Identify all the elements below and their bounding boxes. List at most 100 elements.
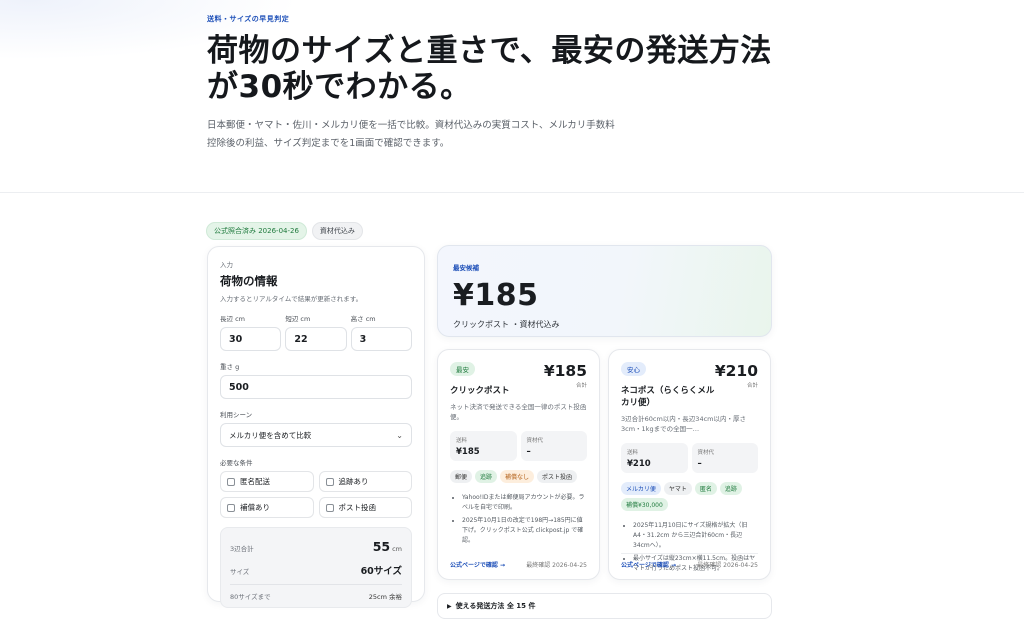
sum3-label: 3辺合計 [230,545,254,553]
hero-eyebrow: 送料・サイズの早見判定 [207,15,290,23]
option-costs: 送料 ¥185 資材代 – [450,431,587,461]
option-total-label: 合計 [746,383,758,389]
height-input[interactable]: 3 [350,327,412,351]
feature-chip: 補償¥30,000 [621,498,668,511]
weight-label: 重さ g [220,363,240,371]
scene-select-value: メルカリ便を含めて比較 [229,430,312,440]
checkbox-icon [227,477,235,486]
feature-chip: メルカリ便 [621,482,661,495]
feature-chip: 補償なし [500,470,535,483]
condition-label: ポスト投函 [338,503,377,512]
option-costs: 送料 ¥210 資材代 – [621,443,758,473]
feature-chip: ポスト投函 [537,470,578,483]
material-fee-box: 資材代 – [691,443,758,473]
option-name: ネコポス（らくらくメルカリ便） [621,386,715,408]
shipping-fee-value: ¥185 [456,447,480,457]
input-card-title: 荷物の情報 [220,274,278,288]
size-summary: 3辺合計 55 cm サイズ 60サイズ 80サイズまで 25cm 余裕 [220,527,412,608]
best-option-name: クリックポスト ・資材代込み [453,320,560,329]
best-option-label: 最安候補 [453,264,479,272]
until-label: 80サイズまで [230,593,271,601]
material-fee-box: 資材代 – [520,431,587,461]
hero: 送料・サイズの早見判定 荷物のサイズと重さで、最安の発送方法が30秒でわかる。 … [207,14,807,153]
option-total-label: 合計 [575,383,587,389]
page-title: 荷物のサイズと重さで、最安の発送方法が30秒でわかる。 [207,33,772,105]
option-feature-chips: 郵便 追跡 補償なし ポスト投函 [450,470,587,483]
input-section-label: 入力 [220,261,233,269]
sum3-value: 55 [372,539,391,554]
safe-tag: 安心 [621,362,646,376]
short-side-label: 短辺 cm [285,315,311,323]
shipping-fee-label: 送料 [456,438,468,444]
scene-field-group: 利用シーン メルカリ便を含めて比較 ⌄ [220,409,412,447]
size-label: サイズ [230,568,250,576]
checkbox-icon [325,503,334,512]
option-price-group: ¥210 合計 [715,362,758,389]
material-fee-label: 資材代 [697,450,715,456]
best-option-card: 最安候補 ¥185 クリックポスト ・資材代込み [437,245,772,337]
option-description: 3辺合計60cm以内・長辺34cm以内・厚さ3cm・1kgまでの全国一… [621,415,746,433]
condition-post-drop-checkbox[interactable]: ポスト投函 [318,497,412,518]
option-footer: 公式ページで確認 → 最終確認 2026-04-25 [450,554,587,569]
option-notes: Yahoo!IDまたは郵便局アカウントが必要。ラベルを自宅で印刷。 2025年1… [450,493,587,546]
until-value: 25cm 余裕 [368,593,402,601]
materials-included-badge: 資材代込み [311,222,363,240]
option-feature-chips: メルカリ便 ヤマト 匿名 追跡 補償¥30,000 [621,482,758,511]
condition-label: 補償あり [240,503,270,512]
dimension-fields: 長辺 cm 30 短辺 cm 22 高さ cm 3 [220,313,412,351]
feature-chip: ヤマト [663,482,692,495]
short-side-input[interactable]: 22 [285,327,347,351]
shipping-fee-box: 送料 ¥210 [621,443,688,473]
package-input-card: 入力 荷物の情報 入力するとリアルタイムで結果が更新されます。 長辺 cm 30… [207,246,425,608]
all-methods-toggle[interactable]: ▶ 使える発送方法 全 15 件 [437,593,772,619]
summary-divider [230,584,402,585]
condition-tracking-checkbox[interactable]: 追跡あり [318,471,412,492]
option-price: ¥210 [714,362,758,380]
sum3-row: 3辺合計 55 cm [230,536,402,555]
weight-input[interactable]: 500 [220,375,412,399]
scene-select[interactable]: メルカリ便を含めて比較 ⌄ [220,423,412,447]
option-price-group: ¥185 合計 [544,362,587,389]
weight-field-group: 重さ g 500 [220,361,412,399]
feature-chip: 郵便 [450,470,473,483]
last-checked-date: 最終確認 2026-04-25 [697,562,758,569]
official-page-link[interactable]: 公式ページで確認 → [621,560,676,569]
long-side-input[interactable]: 30 [220,327,282,351]
checkbox-icon [227,503,235,512]
option-card-nekopos: 安心 ¥210 合計 ネコポス（らくらくメルカリ便） 3辺合計60cm以内・長辺… [608,349,771,580]
caret-right-icon: ▶ [447,602,452,610]
condition-anonymous-checkbox[interactable]: 匿名配送 [220,471,314,492]
input-card-subtitle: 入力するとリアルタイムで結果が更新されます。 [220,295,363,303]
shipping-fee-label: 送料 [627,450,639,456]
sum3-unit: cm [392,545,402,553]
height-field-group: 高さ cm 3 [350,313,412,351]
size-value: 60サイズ [360,566,402,577]
conditions-group: 必要な条件 匿名配送 追跡あり 補償あり ポスト投函 [220,457,412,518]
feature-chip: 匿名 [694,482,717,495]
condition-label: 匿名配送 [240,477,270,486]
option-card-clickpost: 最安 ¥185 合計 クリックポスト ネット決済で発送できる全国一律のポスト投函… [437,349,600,580]
best-option-price: ¥185 [453,278,539,313]
checkbox-icon [325,477,334,486]
condition-insurance-checkbox[interactable]: 補償あり [220,497,314,518]
option-description: ネット決済で発送できる全国一律のポスト投函便。 [450,403,587,421]
last-checked-date: 最終確認 2026-04-25 [526,562,587,569]
conditions-checkboxes: 匿名配送 追跡あり 補償あり ポスト投函 [220,471,412,518]
option-note: Yahoo!IDまたは郵便局アカウントが必要。ラベルを自宅で印刷。 [462,493,587,513]
option-note: 2025年11月10日にサイズ規格が拡大（旧A4・31.2cm から三辺合計60… [633,521,758,551]
hero-description: 日本郵便・ヤマト・佐川・メルカリ便を一括で比較。資材代込みの実質コスト、メルカリ… [207,120,615,149]
conditions-label: 必要な条件 [220,459,253,467]
shipping-fee-value: ¥210 [627,459,651,469]
size-row: サイズ 60サイズ [230,563,402,577]
feature-chip: 追跡 [475,470,498,483]
material-fee-value: – [526,447,531,457]
all-methods-label: 使える発送方法 全 15 件 [455,602,536,610]
sum3-value-group: 55 cm [373,536,402,555]
option-note: 2025年10月1日の改定で198円→185円に値下げ。クリックポスト公式 cl… [462,516,587,546]
long-side-label: 長辺 cm [220,315,245,323]
official-page-link[interactable]: 公式ページで確認 → [450,560,505,569]
long-side-field-group: 長辺 cm 30 [220,313,282,351]
cheapest-tag: 最安 [450,362,475,376]
option-price: ¥185 [543,362,587,380]
condition-label: 追跡あり [338,477,369,486]
